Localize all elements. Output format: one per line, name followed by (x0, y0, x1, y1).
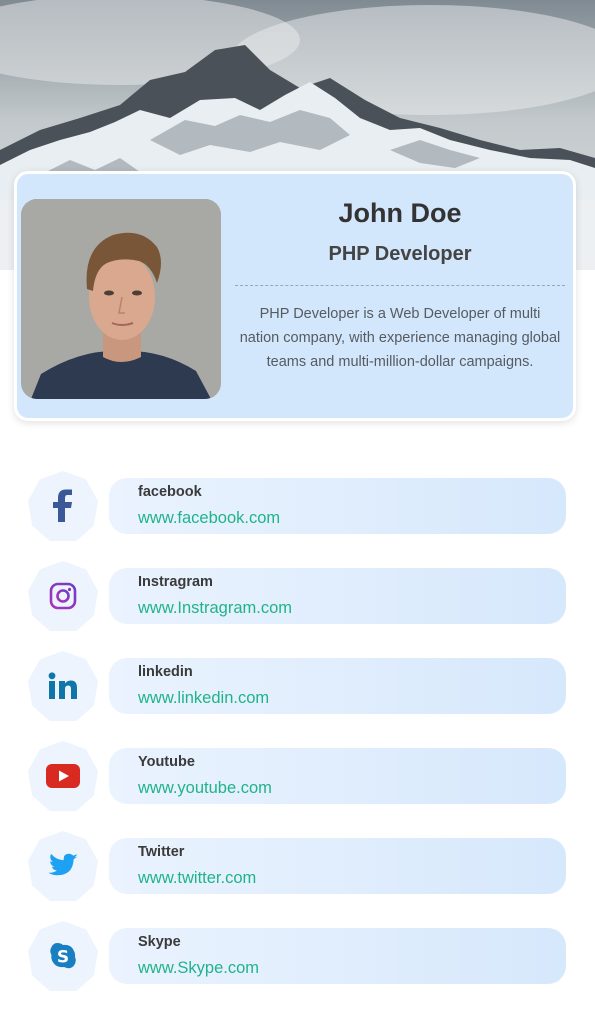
profile-title: PHP Developer (328, 243, 472, 265)
youtube-icon (46, 764, 80, 788)
social-label: Skype (138, 934, 181, 950)
profile-bio: PHP Developer is a Web Developer of mult… (239, 306, 561, 370)
icon-badge[interactable] (28, 831, 98, 901)
icon-badge[interactable] (28, 741, 98, 811)
social-link-card[interactable]: Instragram www.Instragram.com (109, 568, 566, 624)
social-item-youtube: Youtube www.youtube.com (28, 741, 568, 813)
social-link-card[interactable]: Twitter www.twitter.com (109, 838, 566, 894)
social-label: Instragram (138, 574, 213, 590)
social-label: Youtube (138, 754, 195, 770)
profile-photo (21, 199, 221, 399)
linkedin-icon (48, 672, 77, 699)
facebook-icon (53, 489, 72, 522)
icon-badge[interactable] (28, 471, 98, 541)
social-link-card[interactable]: Skype www.Skype.com (109, 928, 566, 984)
social-label: facebook (138, 484, 202, 500)
social-item-facebook: facebook www.facebook.com (28, 471, 568, 543)
social-item-instagram: Instragram www.Instragram.com (28, 561, 568, 633)
twitter-icon (48, 853, 78, 875)
instagram-icon (49, 582, 77, 610)
social-url-link[interactable]: www.facebook.com (138, 509, 280, 528)
social-url-link[interactable]: www.Skype.com (138, 959, 259, 978)
divider (235, 285, 565, 286)
svg-text:S: S (57, 948, 69, 968)
profile-card: John Doe PHP Developer PHP Developer is … (14, 171, 576, 421)
social-item-skype: S Skype www.Skype.com (28, 921, 568, 993)
icon-badge[interactable] (28, 561, 98, 631)
social-item-twitter: Twitter www.twitter.com (28, 831, 568, 903)
social-url-link[interactable]: www.youtube.com (138, 779, 272, 798)
social-link-card[interactable]: linkedin www.linkedin.com (109, 658, 566, 714)
social-link-card[interactable]: facebook www.facebook.com (109, 478, 566, 534)
skype-icon: S (50, 943, 76, 969)
social-item-linkedin: linkedin www.linkedin.com (28, 651, 568, 723)
profile-info: John Doe PHP Developer PHP Developer is … (235, 174, 565, 418)
icon-badge[interactable] (28, 651, 98, 721)
social-label: linkedin (138, 664, 193, 680)
avatar (21, 199, 221, 399)
icon-badge[interactable]: S (28, 921, 98, 991)
social-link-card[interactable]: Youtube www.youtube.com (109, 748, 566, 804)
social-url-link[interactable]: www.twitter.com (138, 869, 256, 888)
social-label: Twitter (138, 844, 185, 860)
social-url-link[interactable]: www.Instragram.com (138, 599, 292, 618)
social-url-link[interactable]: www.linkedin.com (138, 689, 269, 708)
profile-name: John Doe (338, 198, 462, 228)
